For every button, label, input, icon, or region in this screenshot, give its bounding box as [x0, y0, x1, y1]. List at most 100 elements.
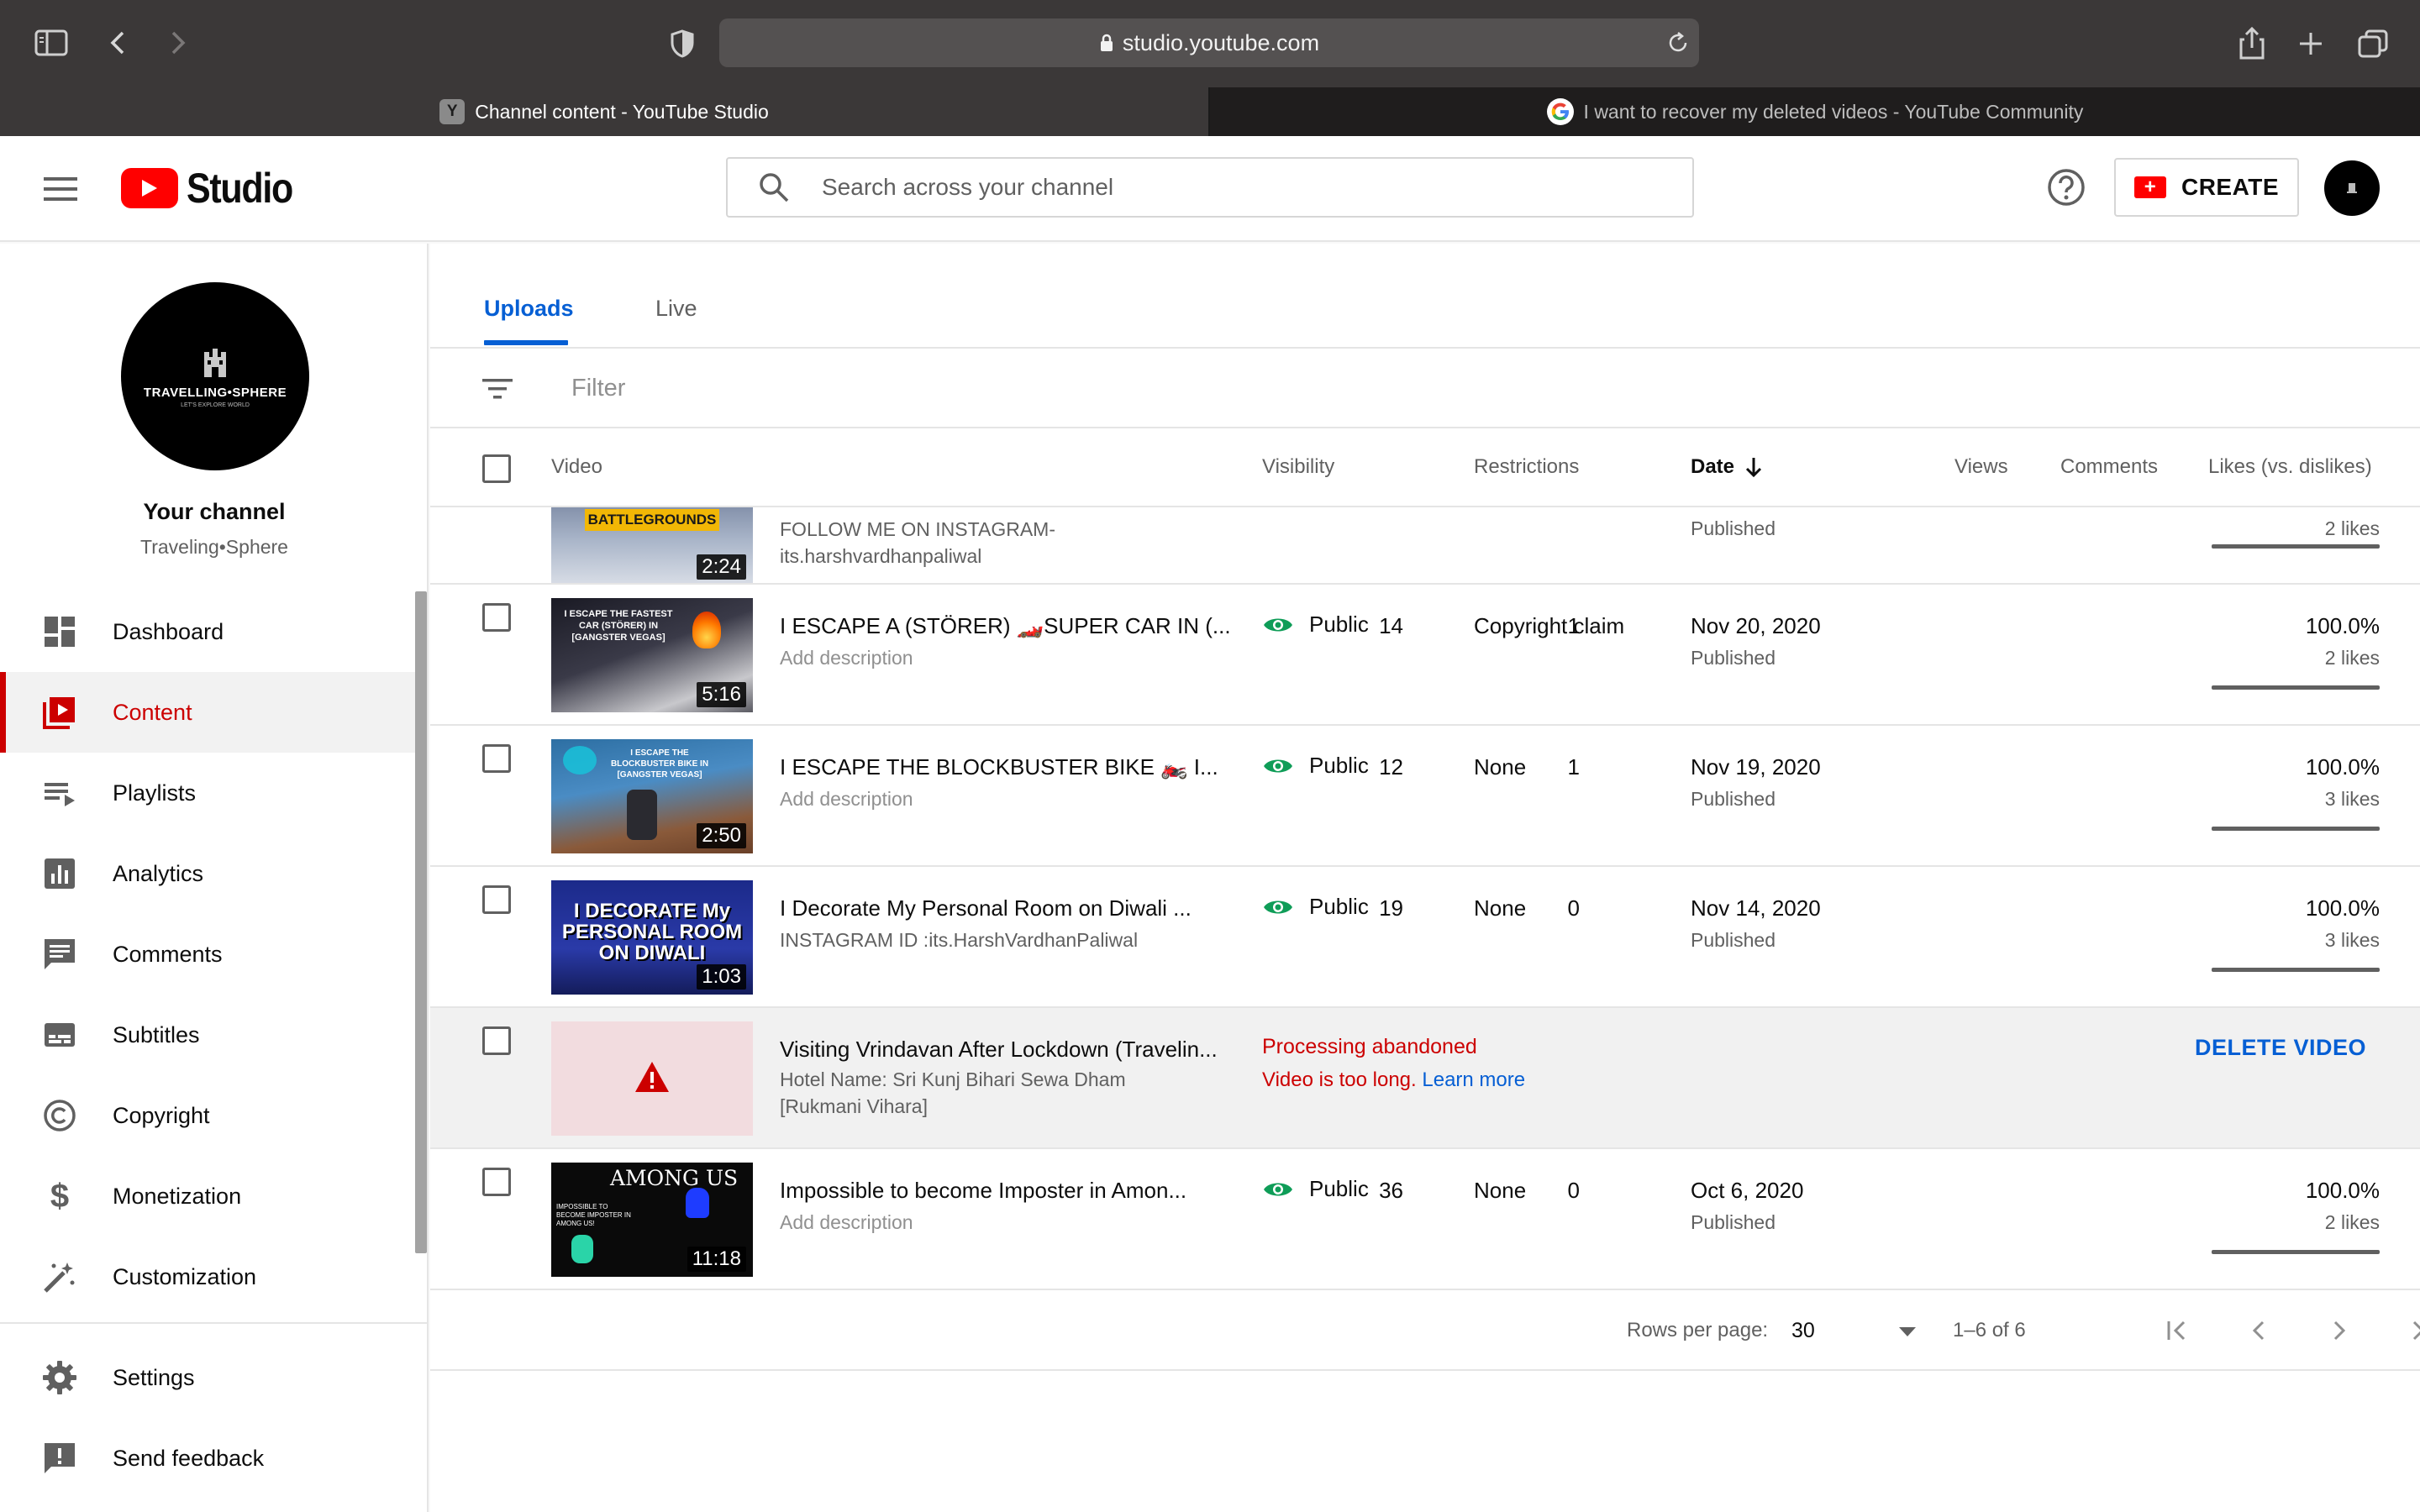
video-title[interactable]: Visiting Vrindavan After Lockdown (Trave… [780, 1037, 1218, 1063]
tab-live[interactable]: Live [655, 296, 697, 322]
filter-input[interactable]: Filter [571, 375, 625, 402]
next-page-icon[interactable] [2323, 1314, 2356, 1347]
sidebar-toggle-icon[interactable] [32, 27, 71, 59]
visibility-dropdown[interactable]: Public [1262, 894, 1369, 920]
restrictions-value[interactable]: Copyright claim [1474, 613, 1624, 639]
sidebar-item-subtitles[interactable]: Subtitles [0, 995, 415, 1075]
video-title[interactable]: I ESCAPE A (STÖRER) 🏎️SUPER CAR IN (... [780, 613, 1231, 639]
sidebar-item-monetization[interactable]: $ Monetization [0, 1156, 415, 1236]
likes-ratio-bar [2212, 685, 2380, 690]
views-count: 36 [1379, 1178, 1403, 1203]
video-duration: 2:50 [697, 823, 746, 848]
channel-avatar[interactable]: TRAVELLING•SPHERE LET'S EXPLORE WORLD [121, 282, 309, 470]
forward-icon[interactable] [165, 27, 192, 59]
thumbnail-text: I ESCAPE THE BLOCKBUSTER BIKE IN [GANGST… [610, 748, 709, 780]
table-row[interactable]: BATTLEGROUNDS 2:24 FOLLOW ME ON INSTAGRA… [430, 507, 2420, 585]
video-thumbnail[interactable]: I ESCAPE THE BLOCKBUSTER BIKE IN [GANGST… [551, 739, 753, 853]
likes-ratio-bar [2212, 1250, 2380, 1254]
learn-more-link[interactable]: Learn more [1422, 1068, 1525, 1091]
column-header-date[interactable]: Date [1691, 455, 1763, 479]
video-description[interactable]: Add description [780, 1211, 913, 1234]
column-header-visibility[interactable]: Visibility [1262, 455, 1334, 479]
rows-per-page-label: Rows per page: [1627, 1319, 1769, 1341]
column-header-restrictions[interactable]: Restrictions [1474, 455, 1579, 479]
url-text: studio.youtube.com [1122, 29, 1320, 55]
tab-overview-icon[interactable] [2354, 27, 2391, 60]
character-icon [571, 1235, 593, 1263]
video-thumbnail-error [551, 1021, 753, 1136]
sidebar-item-send-feedback[interactable]: Send feedback [0, 1418, 415, 1499]
column-header-comments[interactable]: Comments [2060, 455, 2158, 479]
channel-name: Traveling•Sphere [140, 536, 288, 558]
comments-count: 0 [1567, 1178, 1580, 1203]
visibility-dropdown[interactable]: Public [1262, 612, 1369, 638]
table-row[interactable]: I ESCAPE THE BLOCKBUSTER BIKE IN [GANGST… [430, 726, 2420, 867]
row-checkbox[interactable] [482, 1026, 511, 1055]
share-icon[interactable] [2235, 24, 2269, 62]
new-tab-icon[interactable] [2294, 27, 2328, 60]
video-title[interactable]: I Decorate My Personal Room on Diwali ..… [780, 895, 1192, 921]
video-title[interactable]: I ESCAPE THE BLOCKBUSTER BIKE 🏍️ I... [780, 754, 1218, 780]
back-icon[interactable] [104, 27, 131, 59]
video-description[interactable]: Add description [780, 788, 913, 811]
sidebar-item-comments[interactable]: Comments [0, 914, 415, 995]
studio-logo[interactable]: Studio [121, 165, 310, 212]
likes-count: 2 likes [2324, 647, 2380, 669]
search-input[interactable] [822, 174, 1578, 201]
sidebar-item-copyright[interactable]: Copyright [0, 1075, 415, 1156]
visibility-dropdown[interactable]: Public [1262, 1176, 1369, 1202]
browser-tab-community[interactable]: I want to recover my deleted videos - Yo… [1210, 87, 2420, 136]
rows-per-page-select[interactable]: 30 [1791, 1315, 1916, 1346]
likes-count: 3 likes [2324, 929, 2380, 951]
sidebar-item-customization[interactable]: Customization [0, 1236, 415, 1317]
table-row[interactable]: AMONG US IMPOSSIBLE TO BECOME IMPOSTER I… [430, 1149, 2420, 1290]
address-bar[interactable]: studio.youtube.com [719, 18, 1699, 67]
dropdown-arrow-icon [1899, 1319, 1916, 1343]
row-checkbox[interactable] [482, 1168, 511, 1196]
row-checkbox[interactable] [482, 603, 511, 632]
video-date: Nov 19, 2020 [1691, 754, 1821, 780]
column-header-views[interactable]: Views [1954, 455, 2008, 479]
account-avatar[interactable] [2324, 160, 2380, 216]
video-thumbnail[interactable]: I DECORATE My PERSONAL ROOM ON DIWALI 1:… [551, 880, 753, 995]
table-row[interactable]: I ESCAPE THE FASTEST CAR (STÖRER) IN [GA… [430, 585, 2420, 726]
video-thumbnail[interactable]: AMONG US IMPOSSIBLE TO BECOME IMPOSTER I… [551, 1163, 753, 1277]
comments-icon [42, 937, 77, 972]
column-header-likes[interactable]: Likes (vs. dislikes) [2208, 455, 2372, 479]
browser-tab-studio[interactable]: Y Channel content - YouTube Studio [0, 87, 1208, 136]
filter-icon[interactable] [481, 376, 514, 402]
public-eye-icon [1262, 614, 1294, 636]
help-icon[interactable] [2047, 168, 2086, 207]
sidebar-scrollbar[interactable] [415, 591, 427, 1253]
search-box[interactable] [726, 157, 1694, 218]
table-row[interactable]: I DECORATE My PERSONAL ROOM ON DIWALI 1:… [430, 867, 2420, 1008]
table-row-processing-abandoned[interactable]: Visiting Vrindavan After Lockdown (Trave… [430, 1008, 2420, 1149]
pagination-bar: Rows per page: 30 1–6 of 6 [430, 1290, 2420, 1371]
sidebar-item-analytics[interactable]: Analytics [0, 833, 415, 914]
previous-page-icon[interactable] [2242, 1314, 2275, 1347]
sidebar-item-dashboard[interactable]: Dashboard [0, 591, 415, 672]
sidebar-item-label: Customization [113, 1263, 257, 1289]
video-thumbnail[interactable]: BATTLEGROUNDS 2:24 [551, 507, 753, 585]
video-thumbnail[interactable]: I ESCAPE THE FASTEST CAR (STÖRER) IN [GA… [551, 598, 753, 712]
visibility-dropdown[interactable]: Public [1262, 753, 1369, 779]
sidebar-item-settings[interactable]: Settings [0, 1337, 415, 1418]
create-button[interactable]: + CREATE [2114, 158, 2299, 217]
likes-count: 2 likes [2324, 517, 2380, 539]
reload-icon[interactable] [1664, 29, 1692, 57]
last-page-icon[interactable] [2403, 1314, 2420, 1347]
tab-title: I want to recover my deleted videos - Yo… [1583, 100, 2084, 123]
select-all-checkbox[interactable] [482, 454, 511, 483]
row-checkbox[interactable] [482, 744, 511, 773]
tab-uploads[interactable]: Uploads [484, 296, 574, 322]
sidebar-item-content[interactable]: Content [0, 672, 415, 753]
sidebar-item-playlists[interactable]: Playlists [0, 753, 415, 833]
video-title[interactable]: Impossible to become Imposter in Amon... [780, 1178, 1186, 1204]
video-description[interactable]: Add description [780, 647, 913, 669]
likes-ratio-bar [2212, 544, 2380, 549]
first-page-icon[interactable] [2161, 1314, 2195, 1347]
privacy-shield-icon[interactable] [666, 27, 699, 60]
hamburger-menu-icon[interactable] [40, 172, 81, 206]
row-checkbox[interactable] [482, 885, 511, 914]
delete-video-button[interactable]: DELETE VIDEO [2195, 1035, 2366, 1061]
